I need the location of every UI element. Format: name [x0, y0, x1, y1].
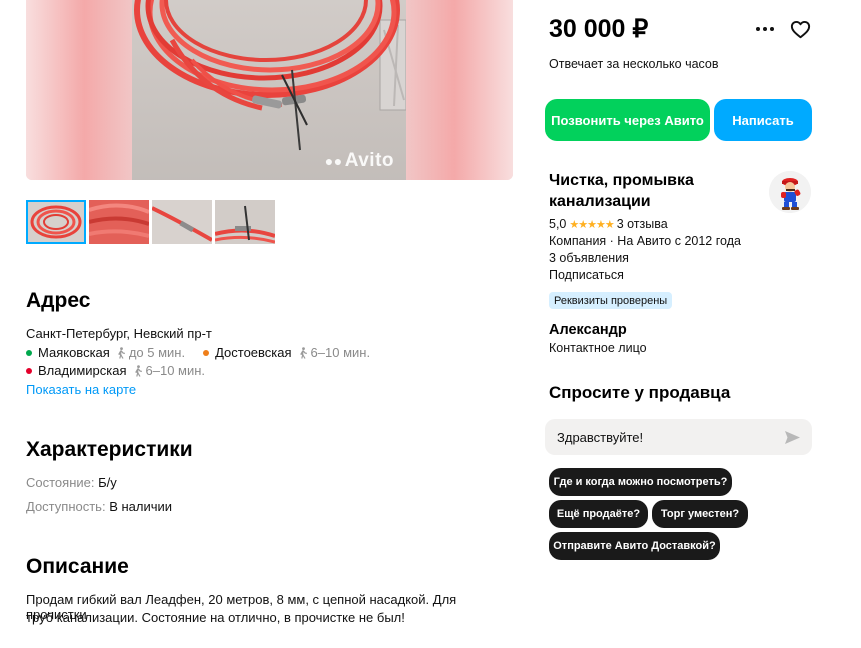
send-button[interactable]: [785, 430, 800, 444]
main-photo[interactable]: ●● Avito: [132, 0, 406, 180]
contact-role: Контактное лицо: [549, 341, 647, 355]
thumbnail-image: [215, 200, 275, 244]
message-input[interactable]: Здравствуйте!: [545, 419, 812, 455]
avito-logo-icon: ●●: [324, 153, 343, 169]
thumbnail-image: [28, 202, 84, 242]
quick-question-chip-3[interactable]: Торг уместен?: [652, 500, 748, 528]
thumbnail-4[interactable]: [215, 200, 275, 244]
seller-name-line-1: Чистка, промывка: [549, 172, 694, 189]
seller-name[interactable]: Чистка, промывка канализации: [549, 170, 749, 212]
spec-row-availability: Доступность: В наличии: [26, 499, 172, 514]
walk-time-text: 6–10 мин.: [145, 363, 206, 378]
watermark-text: Avito: [344, 150, 394, 171]
quick-question-chip-4[interactable]: Отправите Авито Доставкой?: [549, 532, 720, 560]
metro-station-name: Достоевская: [215, 345, 292, 360]
reviews-link[interactable]: 3 отзыва: [617, 217, 668, 231]
thumbnail-image: [152, 200, 212, 244]
rating-stars-icon: ★★★★★: [569, 219, 614, 231]
walking-person-icon: [117, 346, 125, 359]
verified-details-badge: Реквизиты проверены: [549, 292, 673, 309]
spec-row-condition: Состояние: Б/у: [26, 475, 117, 490]
metro-row-2: Владимирская 6–10 мин.: [26, 363, 223, 378]
specs-title: Характеристики: [26, 438, 193, 461]
address-line: Санкт-Петербург, Невский пр-т: [26, 326, 212, 341]
write-message-button[interactable]: Написать: [714, 99, 812, 141]
seller-avatar[interactable]: [769, 171, 811, 213]
main-photo-viewer[interactable]: ●● Avito: [26, 0, 513, 180]
more-dots-icon: [756, 27, 774, 31]
metro-station-name: Маяковская: [38, 345, 110, 360]
more-options-button[interactable]: [752, 18, 778, 40]
send-arrow-icon: [785, 430, 800, 444]
thumbnail-3[interactable]: [152, 200, 212, 244]
thumbnail-2[interactable]: [89, 200, 149, 244]
thumbnail-image: [89, 200, 149, 244]
seller-name-line-2: канализации: [549, 193, 651, 210]
description-line-2: труб канализации. Состояние на отлично, …: [26, 610, 405, 625]
quick-question-chip-2[interactable]: Ещё продаёте?: [549, 500, 648, 528]
show-on-map-link[interactable]: Показать на карте: [26, 382, 136, 397]
spec-label: Состояние:: [26, 475, 95, 490]
walking-person-icon: [134, 364, 142, 377]
metro-row-1: Маяковская до 5 мин. Достоевская 6–10 ми…: [26, 345, 388, 360]
thumbnail-1[interactable]: [26, 200, 86, 244]
description-title: Описание: [26, 555, 129, 578]
seller-ads-count[interactable]: 3 объявления: [549, 251, 629, 265]
walk-time: до 5 мин.: [116, 345, 185, 360]
subscribe-link[interactable]: Подписаться: [549, 268, 624, 282]
contact-name: Александр: [549, 322, 627, 338]
ask-seller-title: Спросите у продавца: [549, 383, 731, 402]
walk-time: 6–10 мин.: [298, 345, 371, 360]
favorite-button[interactable]: [788, 17, 812, 41]
metro-line-dot: [26, 349, 32, 356]
quick-question-chip-1[interactable]: Где и когда можно посмотреть?: [549, 468, 732, 496]
photo-blur-background-right: [406, 0, 513, 180]
photo-blur-background-left: [26, 0, 132, 180]
avito-watermark: ●● Avito: [325, 150, 394, 172]
spec-label: Доступность:: [26, 499, 106, 514]
metro-line-dot: [203, 349, 210, 356]
response-time: Отвечает за несколько часов: [549, 57, 719, 71]
message-input-text[interactable]: Здравствуйте!: [557, 430, 643, 445]
seller-rating-row: 5,0 ★★★★★ 3 отзыва: [549, 217, 668, 231]
price: 30 000 ₽: [549, 15, 649, 43]
walk-time-text: до 5 мин.: [128, 345, 186, 360]
metro-line-dot: [26, 367, 32, 374]
metro-station-name: Владимирская: [38, 363, 127, 378]
mario-avatar-image: [769, 171, 811, 213]
walk-time-text: 6–10 мин.: [310, 345, 371, 360]
address-title: Адрес: [26, 289, 91, 312]
walk-time: 6–10 мин.: [133, 363, 206, 378]
seller-company-info: Компания · На Авито с 2012 года: [549, 234, 741, 248]
spec-value: Б/у: [98, 475, 117, 490]
spec-value: В наличии: [109, 499, 173, 514]
rating-value: 5,0: [549, 217, 567, 231]
call-via-avito-button[interactable]: Позвонить через Авито: [545, 99, 710, 141]
walking-person-icon: [299, 346, 307, 359]
heart-icon: [790, 20, 810, 38]
